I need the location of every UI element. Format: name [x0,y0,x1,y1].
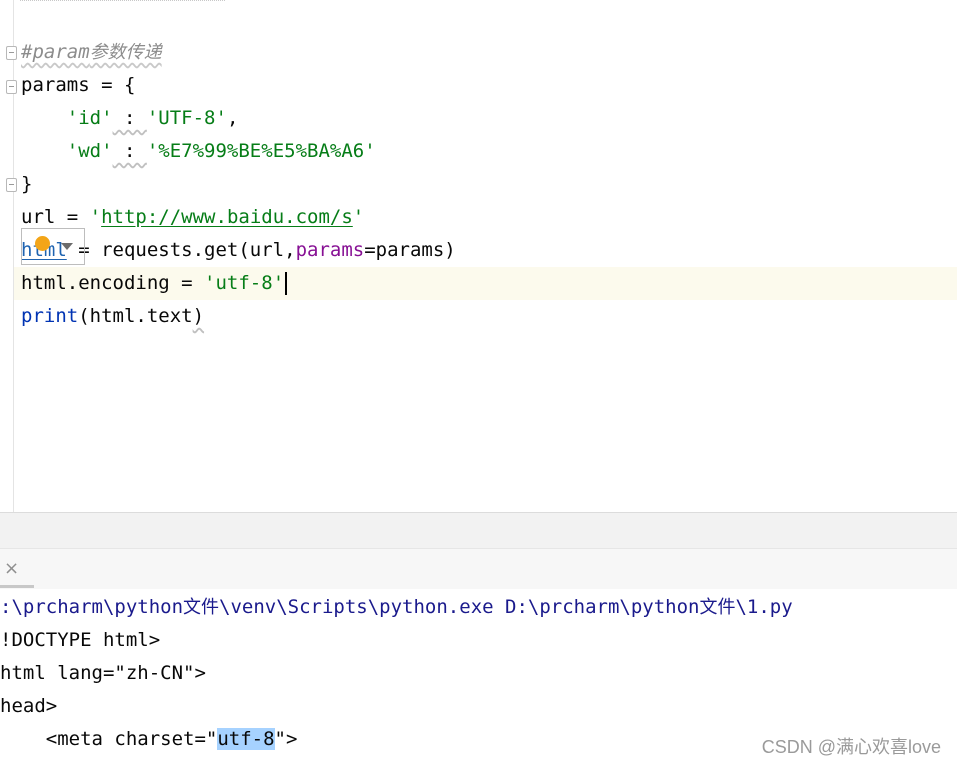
code-line-requests: html = requests.get(url,params=params) [21,234,456,267]
gutter-divider [13,0,14,512]
code-line-dict-id: 'id' : 'UTF-8', [21,102,239,135]
print-builtin: print [21,305,79,327]
console-output-line: <meta charset="utf-8"> [0,728,298,750]
selected-text: utf-8 [217,728,275,750]
fold-marker-icon[interactable] [6,80,17,94]
watermark: CSDN @满心欢喜love [761,737,941,757]
code-line-print: print(html.text) [21,300,204,333]
params-keyword: params [295,239,365,261]
code-line-encoding: html.encoding = 'utf-8' [21,267,284,300]
encoding-value: 'utf-8 [204,272,273,294]
intention-action-box[interactable] [21,228,85,265]
code-editor[interactable]: #param参数传递 params = { 'id' : 'UTF-8', 'w… [0,0,957,512]
quote-close: ' [272,272,285,294]
panel-splitter[interactable] [0,512,957,549]
run-tool-window-header [0,549,957,589]
code-line-params-open: params = { [21,74,136,96]
dict-key-id: 'id' [66,107,113,129]
console-command-line: :\prcharm\python文件\venv\Scripts\python.e… [0,596,793,618]
dict-colon: : [112,107,147,129]
dict-key-wd: 'wd' [66,140,113,162]
fold-marker-icon[interactable] [6,46,17,60]
console-output-line: !DOCTYPE html> [0,629,161,651]
assign-operator: = [169,272,205,294]
encoding-attribute: html.encoding [21,272,170,294]
dict-value-id: 'UTF-8' [146,107,227,129]
close-icon[interactable]: × [4,558,20,580]
comment-text: #param参数传递 [21,41,162,63]
quote-open: ' [89,206,102,228]
code-line-comment: #param参数传递 [21,36,162,69]
dict-colon: : [112,140,147,162]
quote-close: ' [352,206,365,228]
text-caret [285,272,287,295]
print-argument: (html.text [78,305,193,327]
console-output-line: html lang="zh-CN"> [0,662,206,684]
code-line-dict-wd: 'wd' : '%E7%99%BE%E5%BA%A6' [21,135,376,168]
chevron-down-icon[interactable] [61,243,73,250]
params-rest: =params) [364,239,456,261]
comma: , [226,107,239,129]
url-link[interactable]: http://www.baidu.com/s [101,206,353,228]
active-tab-indicator [0,585,34,588]
requests-call: requests.get(url, [101,239,296,261]
top-dotted-separator [20,0,225,2]
url-variable: url [21,206,56,228]
dict-value-wd: '%E7%99%BE%E5%BA%A6' [146,140,376,162]
lightbulb-icon[interactable] [35,236,50,251]
fold-marker-icon[interactable] [6,178,17,192]
console-output-line: head> [0,695,58,717]
print-close-paren: ) [192,305,205,327]
code-line-close-brace: } [21,173,33,195]
assign-operator: = [55,206,90,228]
